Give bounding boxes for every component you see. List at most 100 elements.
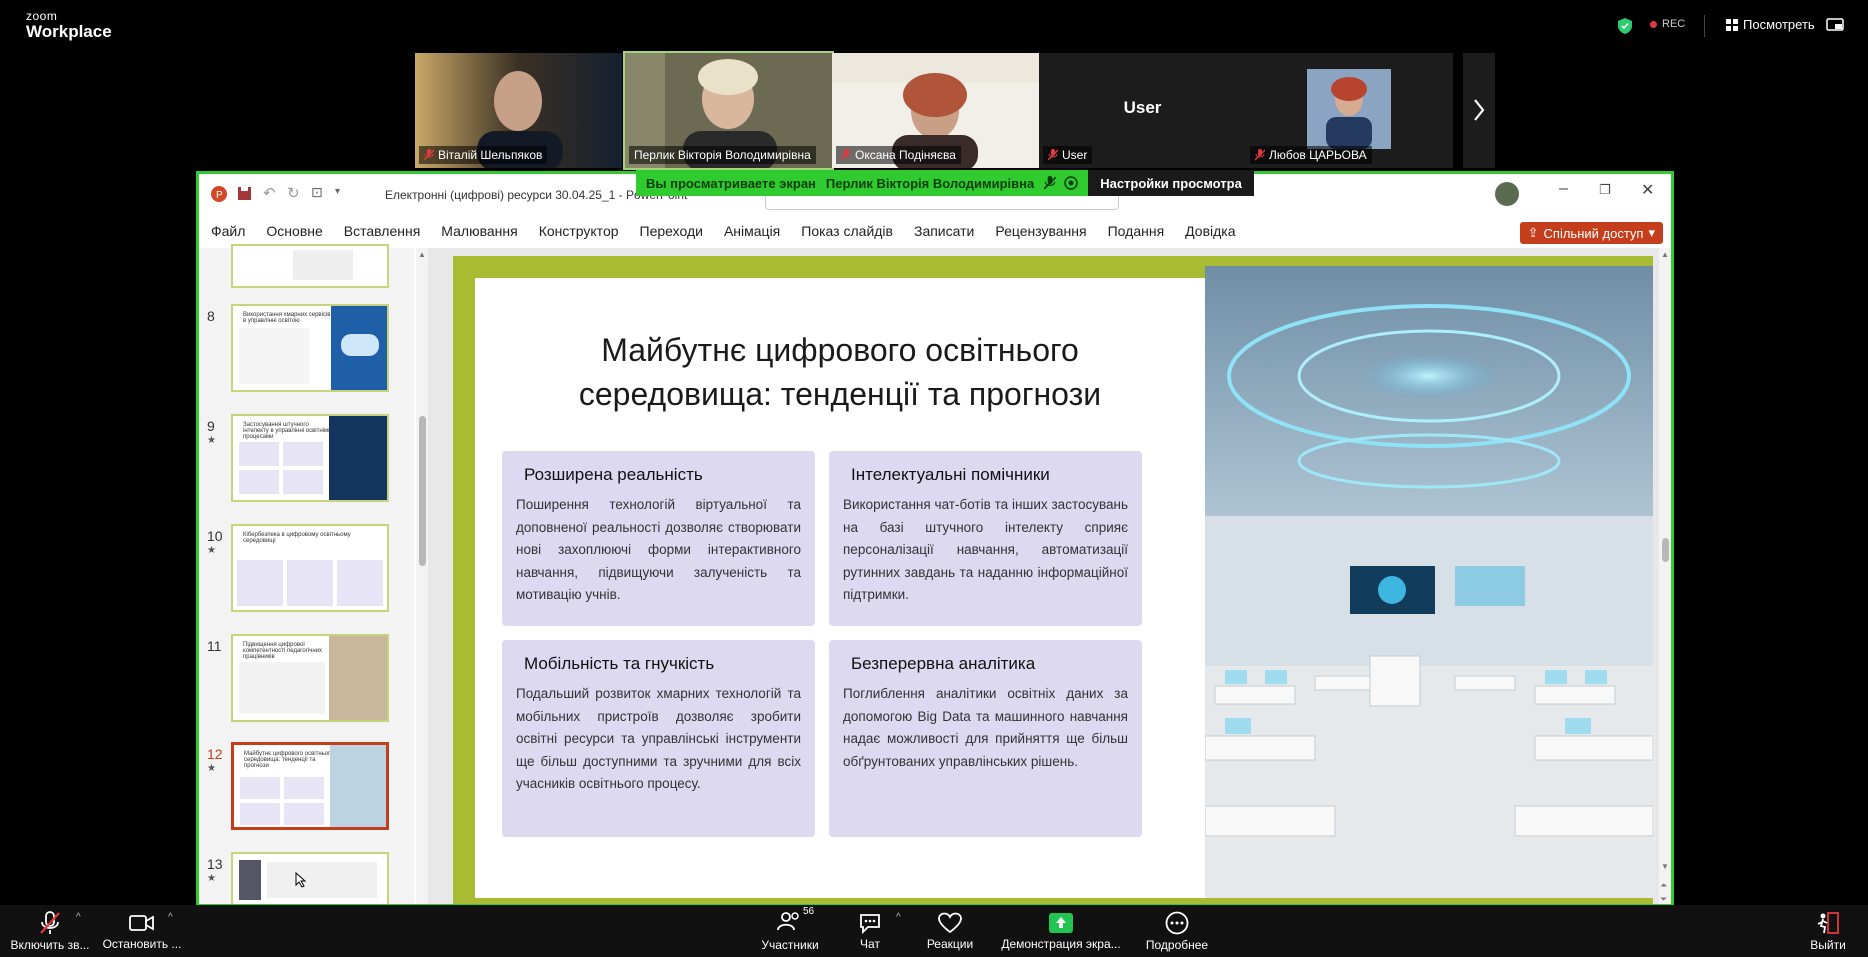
- slide-thumbnail-8[interactable]: Використання хмарних сервісів в управлін…: [231, 304, 389, 392]
- slide-thumbnail-7[interactable]: [231, 244, 389, 288]
- reactions-button[interactable]: Реакции: [920, 905, 980, 957]
- ppt-share-label: Спільний доступ: [1543, 225, 1644, 241]
- present-icon[interactable]: ⊡: [311, 184, 323, 201]
- mic-muted-icon: [40, 910, 60, 934]
- mic-muted-icon: [1044, 176, 1057, 190]
- thumbnails-scrollbar[interactable]: ▲: [416, 248, 428, 904]
- tab-view[interactable]: Подання: [1108, 223, 1165, 239]
- heart-icon: [938, 912, 962, 933]
- slide-thumbnail-13[interactable]: [231, 852, 389, 904]
- tab-file[interactable]: Файл: [211, 223, 245, 239]
- scrollbar-thumb[interactable]: [1662, 538, 1669, 562]
- animation-star-icon: ★: [207, 763, 216, 774]
- logo-zoom-text: zoom: [26, 9, 58, 23]
- participant-name-label: Перлик Вікторія Володимирівна: [634, 148, 811, 162]
- quick-access-dropdown-icon[interactable]: ▾: [335, 186, 340, 197]
- ppt-share-button[interactable]: ⇪ Спільний доступ ▾: [1519, 222, 1663, 244]
- participant-tile[interactable]: Любов ЦАРЬОВА: [1246, 53, 1453, 168]
- scroll-up-icon[interactable]: ▲: [418, 250, 426, 259]
- participants-next-button[interactable]: [1463, 53, 1495, 168]
- card-heading: Мобільність та гнучкість: [524, 654, 715, 673]
- participant-center-name: User: [1123, 98, 1162, 117]
- current-slide[interactable]: Майбутнє цифрового освітнього середовища…: [453, 256, 1653, 904]
- video-camera-icon: [129, 914, 154, 931]
- info-card: Мобільність та гнучкість Подальший розви…: [502, 640, 815, 837]
- participant-tile[interactable]: Віталій Шельпяков: [415, 53, 622, 168]
- slide-number: 8: [207, 308, 215, 324]
- slide-canvas: Майбутнє цифрового освітнього середовища…: [428, 248, 1671, 904]
- slide-scrollbar[interactable]: ▲ ▼ ⏶ ⏷: [1659, 248, 1671, 904]
- next-slide-icon[interactable]: ⏷: [1660, 894, 1667, 904]
- tab-design[interactable]: Конструктор: [539, 223, 619, 239]
- thumbnail-title: Підвищення цифрової компетентності педаг…: [243, 642, 323, 660]
- redo-icon[interactable]: ↻: [287, 184, 300, 202]
- shield-check-icon[interactable]: [1618, 18, 1632, 34]
- mic-muted-icon: [841, 149, 851, 161]
- share-screen-label: Демонстрация экра...: [1001, 936, 1121, 951]
- slide-thumbnail-12-selected[interactable]: Майбутнє цифрового освітнього середовища…: [231, 742, 389, 830]
- chat-button[interactable]: Чат: [850, 905, 890, 957]
- presenter-name: Перлик Вікторія Володимирівна: [825, 175, 1035, 191]
- slide-thumbnails-pane: 8 Використання хмарних сервісів в управл…: [199, 244, 414, 904]
- leave-button[interactable]: Выйти: [1808, 905, 1848, 957]
- tab-review[interactable]: Рецензування: [995, 223, 1086, 239]
- tab-home[interactable]: Основне: [266, 223, 322, 239]
- slide-title-line2: середовища: тенденції та прогнози: [578, 376, 1102, 412]
- mic-muted-icon: [1255, 149, 1265, 161]
- thumbnail-title: Застосування штучного інтелекту в управл…: [243, 422, 332, 440]
- participant-tile[interactable]: User User: [1039, 53, 1246, 168]
- thumbnail-title: Майбутнє цифрового освітнього середовища…: [244, 751, 334, 769]
- close-icon[interactable]: ✕: [1641, 180, 1654, 200]
- slide-thumbnail-10[interactable]: Кібербезпека в цифровому освітньому сере…: [231, 524, 389, 612]
- tab-record[interactable]: Записати: [914, 223, 974, 239]
- undo-icon[interactable]: ↶: [263, 184, 276, 202]
- record-circle-icon: [1064, 176, 1078, 190]
- tab-help[interactable]: Довідка: [1185, 223, 1235, 239]
- tab-insert[interactable]: Вставлення: [344, 223, 421, 239]
- participants-button[interactable]: 56 Участники: [750, 905, 830, 957]
- svg-text:P: P: [216, 190, 223, 201]
- slide-number: 9: [207, 418, 215, 434]
- card-heading: Інтелектуальні помічники: [851, 465, 1050, 484]
- viewing-screen-text: Вы просматриваете экран: [646, 175, 816, 191]
- screen-share-banner: Вы просматриваете экран Перлик Вікторія …: [636, 170, 1254, 196]
- mouse-cursor-icon: [295, 872, 307, 888]
- slide-number: 13: [207, 856, 223, 872]
- scrollbar-thumb[interactable]: [419, 416, 426, 566]
- slide-thumbnail-9[interactable]: Застосування штучного інтелекту в управл…: [231, 414, 389, 502]
- zoom-top-bar: [0, 0, 1868, 52]
- slide-thumbnail-11[interactable]: Підвищення цифрової компетентності педаг…: [231, 634, 389, 722]
- restore-icon[interactable]: ❐: [1599, 182, 1611, 198]
- more-button[interactable]: Подробнее: [1140, 905, 1214, 957]
- slide-title: Майбутнє цифрового освітнього середовища…: [475, 328, 1205, 416]
- participants-icon: [777, 912, 799, 931]
- share-screen-button[interactable]: Демонстрация экра...: [1000, 905, 1122, 957]
- participant-tile[interactable]: Оксана Подіняєва: [832, 53, 1039, 168]
- audio-options-chevron-icon[interactable]: ^: [76, 912, 81, 923]
- user-avatar[interactable]: [1495, 182, 1519, 206]
- chevron-down-icon: ▾: [1648, 225, 1655, 240]
- info-card: Розширена реальність Поширення технологі…: [502, 451, 815, 626]
- previous-slide-icon[interactable]: ⏶: [1660, 880, 1667, 891]
- card-heading: Розширена реальність: [524, 465, 703, 484]
- participant-tile-active-speaker[interactable]: Перлик Вікторія Володимирівна: [623, 51, 834, 170]
- tab-draw[interactable]: Малювання: [441, 223, 517, 239]
- recording-indicator[interactable]: REC: [1650, 18, 1685, 30]
- participant-name: User: [1043, 146, 1093, 164]
- view-button[interactable]: Посмотреть: [1726, 17, 1815, 32]
- save-icon[interactable]: [237, 186, 252, 201]
- picture-in-picture-icon[interactable]: [1826, 18, 1844, 32]
- minimize-icon[interactable]: –: [1559, 180, 1568, 198]
- participant-name: Перлик Вікторія Володимирівна: [629, 146, 816, 164]
- video-options-chevron-icon[interactable]: ^: [168, 912, 173, 923]
- scroll-down-icon[interactable]: ▼: [1661, 862, 1669, 871]
- chat-options-chevron-icon[interactable]: ^: [896, 912, 901, 923]
- tab-animations[interactable]: Анімація: [724, 223, 780, 239]
- zoom-workplace-logo: zoom Workplace: [26, 10, 112, 40]
- scroll-up-icon[interactable]: ▲: [1661, 250, 1669, 259]
- tab-slideshow[interactable]: Показ слайдів: [801, 223, 893, 239]
- view-settings-button[interactable]: Настройки просмотра: [1088, 170, 1254, 196]
- participant-name: Оксана Подіняєва: [836, 146, 961, 164]
- shared-screen[interactable]: P ↶ ↻ ⊡ ▾ Електронні (цифрові) ресурси 3…: [196, 171, 1674, 907]
- tab-transitions[interactable]: Переходи: [640, 223, 703, 239]
